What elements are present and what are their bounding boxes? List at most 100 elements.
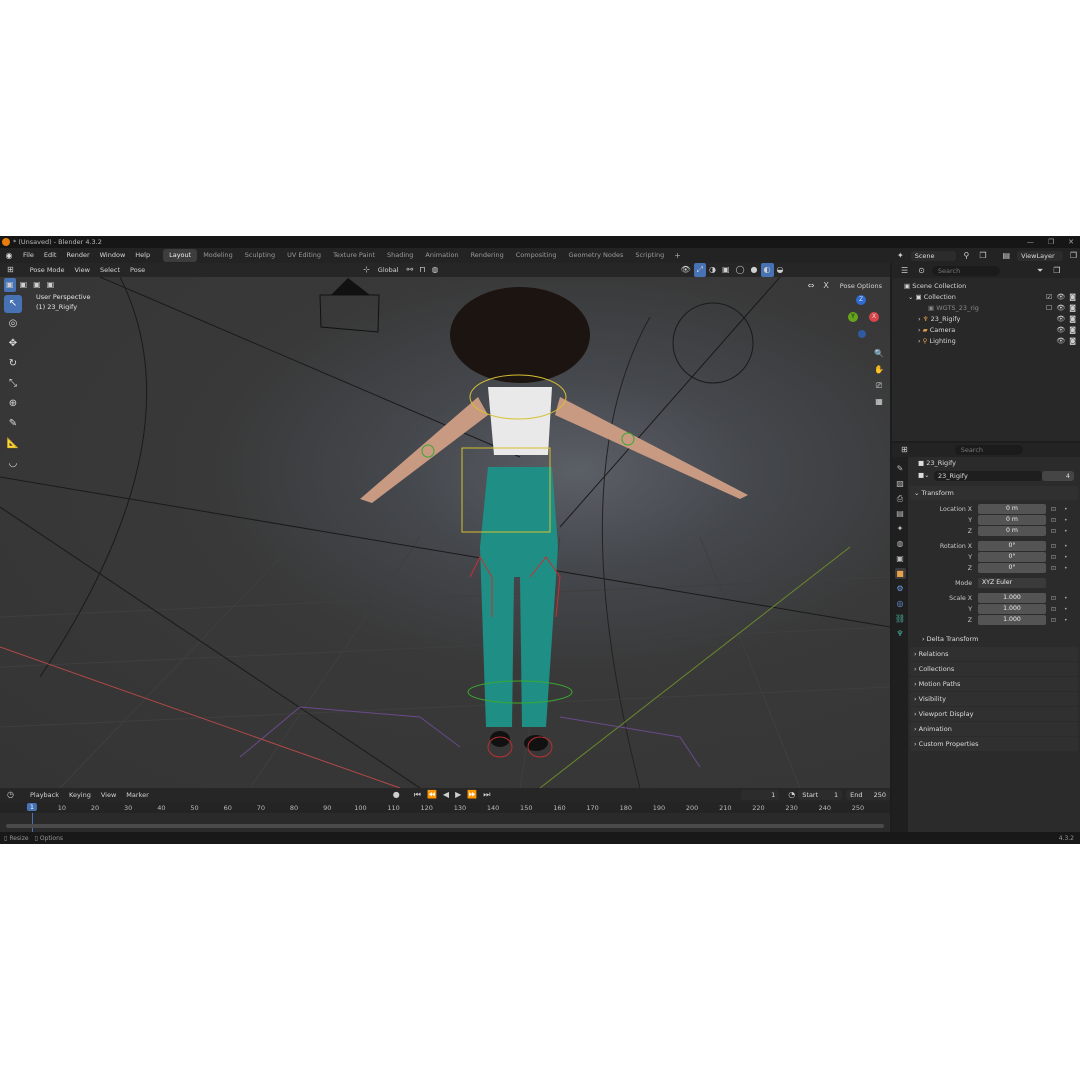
- add-workspace-button[interactable]: +: [670, 251, 685, 260]
- camera-view-icon[interactable]: ⎚: [872, 379, 886, 393]
- physics-tab-icon[interactable]: ◎: [895, 598, 906, 609]
- frame-ruler[interactable]: 1 10 20 30 40 50 60 70 80 90 100 110 120 130 140 150 160…: [0, 802, 890, 813]
- constraints-tab-icon[interactable]: ⛓: [895, 613, 906, 624]
- keyframe-dot-icon[interactable]: •: [1064, 604, 1068, 615]
- select-subtract-icon[interactable]: ▣: [31, 278, 43, 292]
- annotate-tool-icon[interactable]: ✎: [4, 415, 22, 433]
- tab-animation[interactable]: Animation: [419, 249, 464, 262]
- tree-row-wgts[interactable]: ▣ WGTS_23_rig ☐ 👁 ◙: [892, 303, 1080, 314]
- tab-layout[interactable]: Layout: [163, 249, 198, 262]
- close-button[interactable]: ✕: [1068, 236, 1074, 248]
- lock-icon[interactable]: ⊡: [1051, 563, 1056, 574]
- maximize-button[interactable]: ❐: [1048, 236, 1054, 248]
- lock-icon[interactable]: ⊡: [1051, 504, 1056, 515]
- lock-icon[interactable]: ⊡: [1051, 604, 1056, 615]
- scene-tab-icon[interactable]: ✦: [895, 523, 906, 534]
- character-top[interactable]: [488, 387, 552, 455]
- view-layer-field[interactable]: ViewLayer: [1017, 250, 1063, 261]
- lock-icon[interactable]: ⊡: [1051, 526, 1056, 537]
- scale-tool-icon[interactable]: ⤡: [4, 375, 22, 393]
- relations-panel-header[interactable]: › Relations: [910, 647, 1078, 661]
- jump-start-icon[interactable]: ⏮: [411, 788, 424, 802]
- mirror-icon[interactable]: ⇔: [805, 279, 818, 293]
- users-count[interactable]: 4: [1042, 471, 1074, 481]
- scene-name-field[interactable]: Scene: [910, 250, 957, 261]
- transform-orientation-dropdown[interactable]: Global: [373, 263, 404, 277]
- timeline-view-menu[interactable]: View: [96, 788, 121, 802]
- object-tab-icon[interactable]: ■: [894, 568, 906, 579]
- start-frame-field[interactable]: Start 1: [798, 790, 843, 800]
- filter-icon[interactable]: ⏷: [1034, 264, 1046, 278]
- new-collection-icon[interactable]: ❐: [1050, 264, 1063, 278]
- playhead[interactable]: [32, 813, 33, 832]
- overlays-icon[interactable]: ◑: [706, 263, 719, 277]
- viewport-display-panel-header[interactable]: › Viewport Display: [910, 707, 1078, 721]
- current-frame-field[interactable]: 1: [741, 790, 780, 800]
- snap-icon[interactable]: ⊓: [416, 263, 428, 277]
- checkbox-icon[interactable]: ☐: [1046, 303, 1052, 314]
- solid-shading-icon[interactable]: ●: [748, 263, 761, 277]
- select-extend-icon[interactable]: ▣: [18, 278, 30, 292]
- tab-rendering[interactable]: Rendering: [465, 249, 510, 262]
- tree-row-lighting[interactable]: › ⚲ Lighting 👁 ◙: [892, 336, 1080, 347]
- new-view-layer-icon[interactable]: ❐: [1067, 249, 1080, 263]
- character-hair[interactable]: [450, 287, 590, 383]
- tab-modeling[interactable]: Modeling: [197, 249, 239, 262]
- rotation-mode-dropdown[interactable]: XYZ Euler: [978, 578, 1046, 588]
- camera-render-icon[interactable]: ◙: [1069, 325, 1076, 336]
- cursor-tool-icon[interactable]: ◎: [4, 315, 22, 333]
- collection-tab-icon[interactable]: ▣: [895, 553, 906, 564]
- keying-menu[interactable]: Keying: [64, 788, 96, 802]
- tab-uv-editing[interactable]: UV Editing: [281, 249, 327, 262]
- new-scene-icon[interactable]: ❐: [976, 249, 989, 263]
- eye-icon[interactable]: 👁: [1056, 303, 1065, 314]
- rendered-shading-icon[interactable]: ◒: [774, 263, 787, 277]
- move-tool-icon[interactable]: ✥: [4, 335, 22, 353]
- keyframe-dot-icon[interactable]: •: [1064, 515, 1068, 526]
- properties-search-input[interactable]: Search: [954, 445, 1023, 455]
- keyframe-dot-icon[interactable]: •: [1064, 526, 1068, 537]
- camera-render-icon[interactable]: ◙: [1069, 336, 1076, 347]
- perspective-toggle-icon[interactable]: ▦: [872, 395, 886, 409]
- menu-help[interactable]: Help: [130, 248, 155, 263]
- character-right-arm[interactable]: [555, 397, 748, 499]
- lock-icon[interactable]: ⊡: [1051, 593, 1056, 604]
- gizmo-toggle-icon[interactable]: ⤢: [693, 263, 707, 277]
- tab-compositing[interactable]: Compositing: [510, 249, 563, 262]
- character-left-arm[interactable]: [360, 397, 488, 503]
- visibility-panel-header[interactable]: › Visibility: [910, 692, 1078, 706]
- armature-data-tab-icon[interactable]: ♆: [895, 628, 906, 639]
- marker-menu[interactable]: Marker: [121, 788, 153, 802]
- keyframe-dot-icon[interactable]: •: [1064, 552, 1068, 563]
- tab-scripting[interactable]: Scripting: [629, 249, 670, 262]
- menu-edit[interactable]: Edit: [39, 248, 62, 263]
- end-frame-field[interactable]: End 250: [846, 790, 891, 800]
- pivot-icon[interactable]: ⚯: [404, 263, 417, 277]
- motion-paths-panel-header[interactable]: › Motion Paths: [910, 677, 1078, 691]
- camera-render-icon[interactable]: ◙: [1069, 314, 1076, 325]
- eye-icon[interactable]: 👁: [1056, 325, 1065, 336]
- transform-panel-header[interactable]: ⌄ Transform: [910, 486, 1078, 500]
- location-x-field[interactable]: 0 m: [978, 504, 1046, 514]
- output-tab-icon[interactable]: ⎙: [895, 493, 906, 504]
- tree-row-camera[interactable]: › ▰ Camera 👁 ◙: [892, 325, 1080, 336]
- pin-icon[interactable]: ⚲: [960, 249, 972, 263]
- object-data-icon[interactable]: ■⌄: [918, 471, 930, 479]
- tab-sculpting[interactable]: Sculpting: [239, 249, 281, 262]
- delta-transform-subpanel[interactable]: › Delta Transform: [918, 632, 1078, 646]
- gizmo-neg-z[interactable]: [858, 330, 866, 338]
- timeline-editor-icon[interactable]: ◷: [4, 788, 17, 802]
- scale-y-field[interactable]: 1.000: [978, 604, 1046, 614]
- select-new-icon[interactable]: ▣: [4, 278, 16, 292]
- outliner-search-input[interactable]: Search: [931, 265, 1000, 276]
- light-object[interactable]: [331, 278, 370, 295]
- collections-panel-header[interactable]: › Collections: [910, 662, 1078, 676]
- jump-keyframe-forward-icon[interactable]: ⏩: [464, 788, 480, 802]
- pan-hand-icon[interactable]: ✋: [872, 363, 886, 377]
- keyframe-dot-icon[interactable]: •: [1064, 541, 1068, 552]
- tab-texture-paint[interactable]: Texture Paint: [327, 249, 381, 262]
- menu-render[interactable]: Render: [61, 248, 94, 263]
- relax-pose-tool-icon[interactable]: ◡: [4, 455, 22, 473]
- jump-keyframe-back-icon[interactable]: ⏪: [424, 788, 440, 802]
- select-invert-icon[interactable]: ▣: [45, 278, 57, 292]
